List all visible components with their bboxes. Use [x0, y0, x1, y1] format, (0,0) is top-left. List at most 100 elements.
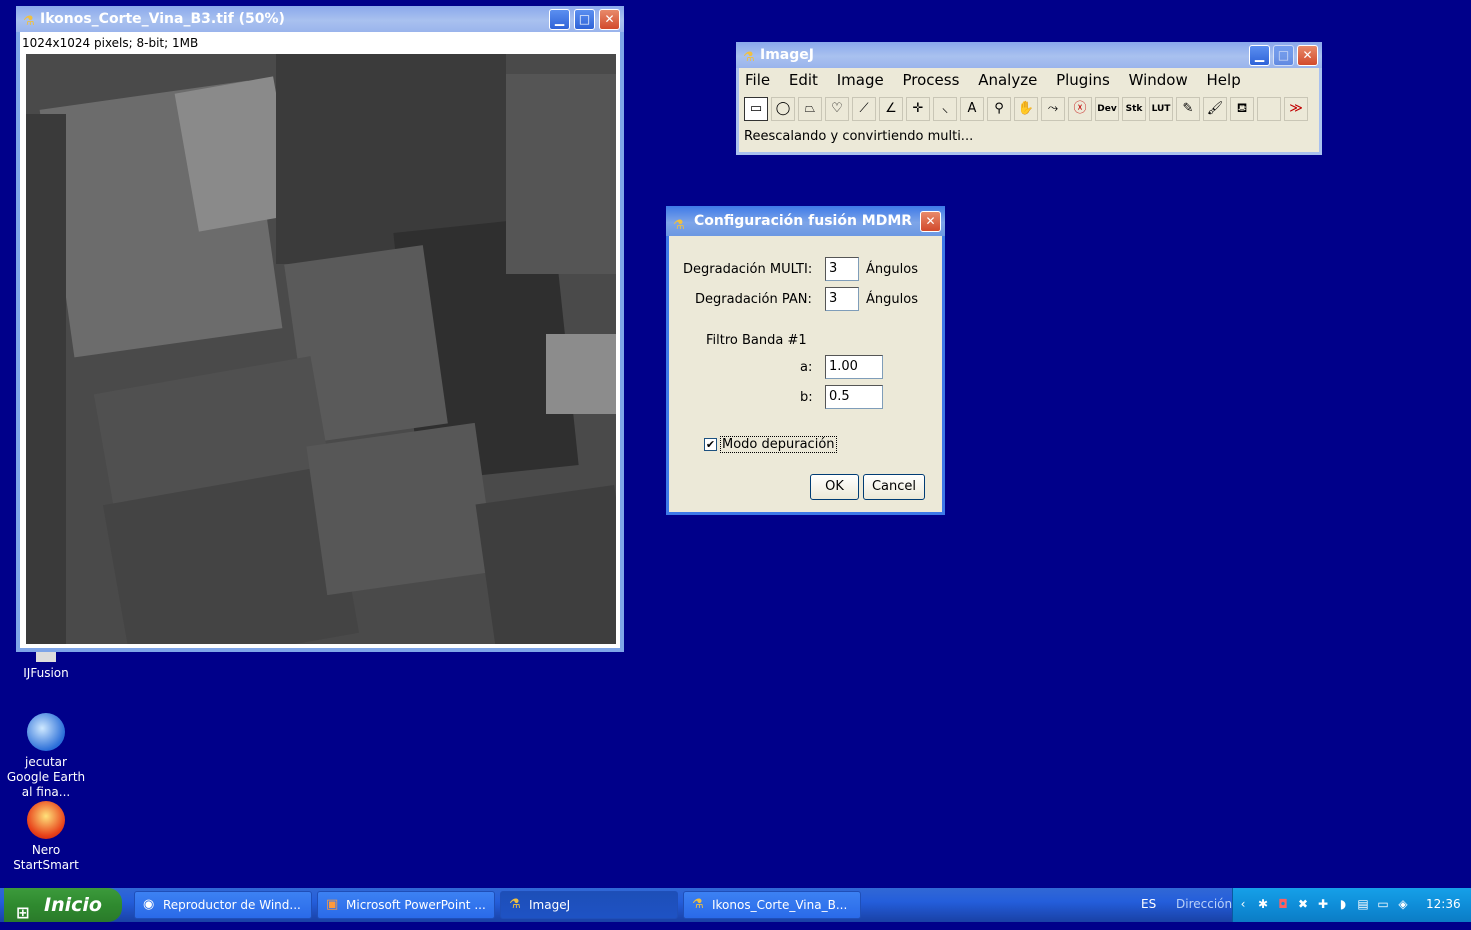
maximize-button[interactable]: □ — [574, 9, 595, 30]
system-tray: ‹ ✱ ◘ ✖ ✚ ◗ ▤ ▭ ◈ 12:36 — [1232, 888, 1471, 922]
line-tool-icon[interactable]: ⟋ — [852, 97, 876, 121]
menu-image[interactable]: Image — [837, 71, 884, 89]
menu-plugins[interactable]: Plugins — [1056, 71, 1110, 89]
task-ikonos-image[interactable]: ⚗ Ikonos_Corte_Vina_B... — [683, 891, 861, 919]
task-powerpoint[interactable]: ▣ Microsoft PowerPoint ... — [317, 891, 495, 919]
brush-tool-icon[interactable]: 🖌 — [1203, 97, 1227, 121]
ok-button[interactable]: OK — [810, 474, 859, 500]
freehand-tool-icon[interactable]: ♡ — [825, 97, 849, 121]
menu-help[interactable]: Help — [1207, 71, 1241, 89]
image-window-client: 1024x1024 pixels; 8-bit; 1MB — [20, 32, 620, 648]
clock[interactable]: 12:36 — [1426, 897, 1461, 911]
image-field — [506, 74, 616, 274]
media-player-icon: ◉ — [143, 897, 155, 912]
minimize-button[interactable]: ▁ — [1249, 45, 1270, 66]
image-field — [306, 422, 496, 596]
wand-tool-icon[interactable]: ⸜ — [933, 97, 957, 121]
tray-update-icon[interactable]: ◈ — [1395, 896, 1411, 912]
tray-connection-icon[interactable]: ✖ — [1295, 896, 1311, 912]
rectangle-tool-icon[interactable]: ▭ — [744, 97, 768, 121]
menu-file[interactable]: File — [745, 71, 770, 89]
pan-degradation-input[interactable]: 3 — [825, 287, 859, 311]
tray-expand-icon[interactable]: ‹ — [1235, 896, 1251, 912]
menu-edit[interactable]: Edit — [789, 71, 818, 89]
tray-network-icon[interactable]: ✱ — [1255, 896, 1271, 912]
image-window[interactable]: ⚗ Ikonos_Corte_Vina_B3.tif (50%) ▁ □ ✕ 1… — [16, 6, 624, 652]
close-button[interactable]: ✕ — [1297, 45, 1318, 66]
tray-antivirus-icon[interactable]: ◘ — [1275, 896, 1291, 912]
imagej-app-icon: ⚗ — [743, 50, 755, 65]
menu-analyze[interactable]: Analyze — [978, 71, 1037, 89]
imagej-app-icon: ⚗ — [23, 14, 35, 29]
dialog-titlebar[interactable]: ⚗ Configuración fusión MDMR ✕ — [666, 206, 945, 236]
tray-display-icon[interactable]: ▭ — [1375, 896, 1391, 912]
image-field — [546, 334, 616, 414]
angle-tool-icon[interactable]: ∠ — [879, 97, 903, 121]
start-label: Inicio — [44, 894, 102, 916]
point-tool-icon[interactable]: ✛ — [906, 97, 930, 121]
imagej-app-icon: ⚗ — [509, 897, 521, 912]
debug-mode-label[interactable]: Modo depuración — [720, 436, 837, 453]
tray-device-icon[interactable]: ▤ — [1355, 896, 1371, 912]
text-tool-icon[interactable]: A — [960, 97, 984, 121]
image-window-titlebar[interactable]: ⚗ Ikonos_Corte_Vina_B3.tif (50%) ▁ □ ✕ — [16, 6, 624, 32]
imagej-titlebar[interactable]: ⚗ ImageJ ▁ □ ✕ — [736, 42, 1322, 68]
minimize-button[interactable]: ▁ — [549, 9, 570, 30]
cancel-button[interactable]: Cancel — [863, 474, 925, 500]
start-button[interactable]: ⊞ Inicio — [4, 888, 122, 922]
menu-process[interactable]: Process — [903, 71, 960, 89]
desktop-icon-nero[interactable]: Nero StartSmart — [3, 801, 89, 873]
task-label: Reproductor de Wind... — [163, 898, 301, 912]
debug-mode-checkbox[interactable]: ✔ — [704, 438, 717, 451]
task-media-player[interactable]: ◉ Reproductor de Wind... — [134, 891, 312, 919]
dev-tool-icon[interactable]: Dev — [1095, 97, 1119, 121]
dialog-client: Degradación MULTI: 3 Ángulos Degradación… — [669, 236, 942, 512]
desktop-icon-google-earth[interactable]: jecutar Google Earth al fina... — [3, 713, 89, 800]
b-input[interactable]: 0.5 — [825, 385, 883, 409]
google-earth-icon — [27, 713, 65, 751]
desktop-icon-ijfusion[interactable]: IJFusion — [3, 652, 89, 681]
dialog-title: Configuración fusión MDMR — [694, 213, 913, 229]
multi-degradation-label: Degradación MULTI: — [683, 262, 813, 277]
multi-degradation-input[interactable]: 3 — [825, 257, 859, 281]
more-tools-icon[interactable]: ≫ — [1284, 97, 1308, 121]
dropper-tool-icon[interactable]: ⤳ — [1041, 97, 1065, 121]
lut-tool-icon[interactable]: LUT — [1149, 97, 1173, 121]
image-field — [475, 485, 616, 644]
task-imagej[interactable]: ⚗ ImageJ — [500, 891, 678, 919]
satellite-image-canvas[interactable] — [26, 54, 616, 644]
imagej-title: ImageJ — [760, 47, 814, 63]
a-input[interactable]: 1.00 — [825, 355, 883, 379]
imagej-app-icon: ⚗ — [673, 218, 685, 233]
status-text: Reescalando y convirtiendo multi... — [744, 129, 974, 144]
tray-shield-icon[interactable]: ✚ — [1315, 896, 1331, 912]
empty-tool-slot — [1257, 97, 1281, 121]
polygon-tool-icon[interactable]: ⏢ — [798, 97, 822, 121]
tray-volume-icon[interactable]: ◗ — [1335, 896, 1351, 912]
stk-tool-icon[interactable]: Stk — [1122, 97, 1146, 121]
menu-bar: File Edit Image Process Analyze Plugins … — [745, 71, 1255, 89]
language-indicator[interactable]: ES — [1141, 897, 1156, 911]
close-button[interactable]: ✕ — [920, 211, 941, 232]
flood-fill-tool-icon[interactable]: ⛾ — [1230, 97, 1254, 121]
tool-bar: ▭ ◯ ⏢ ♡ ⟋ ∠ ✛ ⸜ A ⚲ ✋ ⤳ ⓧ Dev Stk LUT ✎ 🖌 ⛾ ≫ — [744, 97, 1311, 123]
close-button[interactable]: ✕ — [599, 9, 620, 30]
oval-tool-icon[interactable]: ◯ — [771, 97, 795, 121]
powerpoint-icon: ▣ — [326, 897, 339, 912]
task-label: Ikonos_Corte_Vina_B... — [712, 898, 848, 912]
windows-logo-icon: ⊞ — [16, 903, 30, 922]
a-label: a: — [800, 360, 813, 375]
filter-band-label: Filtro Banda #1 — [706, 333, 807, 348]
stop-tool-icon[interactable]: ⓧ — [1068, 97, 1092, 121]
imagej-main-window[interactable]: ⚗ ImageJ ▁ □ ✕ File Edit Image Process A… — [736, 42, 1322, 155]
magnifier-tool-icon[interactable]: ⚲ — [987, 97, 1011, 121]
desktop-icon-label: IJFusion — [23, 666, 69, 680]
menu-window[interactable]: Window — [1129, 71, 1188, 89]
shortcut-icon — [36, 652, 56, 662]
nero-icon — [27, 801, 65, 839]
fusion-config-dialog[interactable]: ⚗ Configuración fusión MDMR ✕ Degradació… — [666, 206, 945, 515]
pan-unit-label: Ángulos — [866, 292, 918, 307]
hand-tool-icon[interactable]: ✋ — [1014, 97, 1038, 121]
address-toolbar-label[interactable]: Dirección — [1176, 897, 1232, 911]
pencil-tool-icon[interactable]: ✎ — [1176, 97, 1200, 121]
